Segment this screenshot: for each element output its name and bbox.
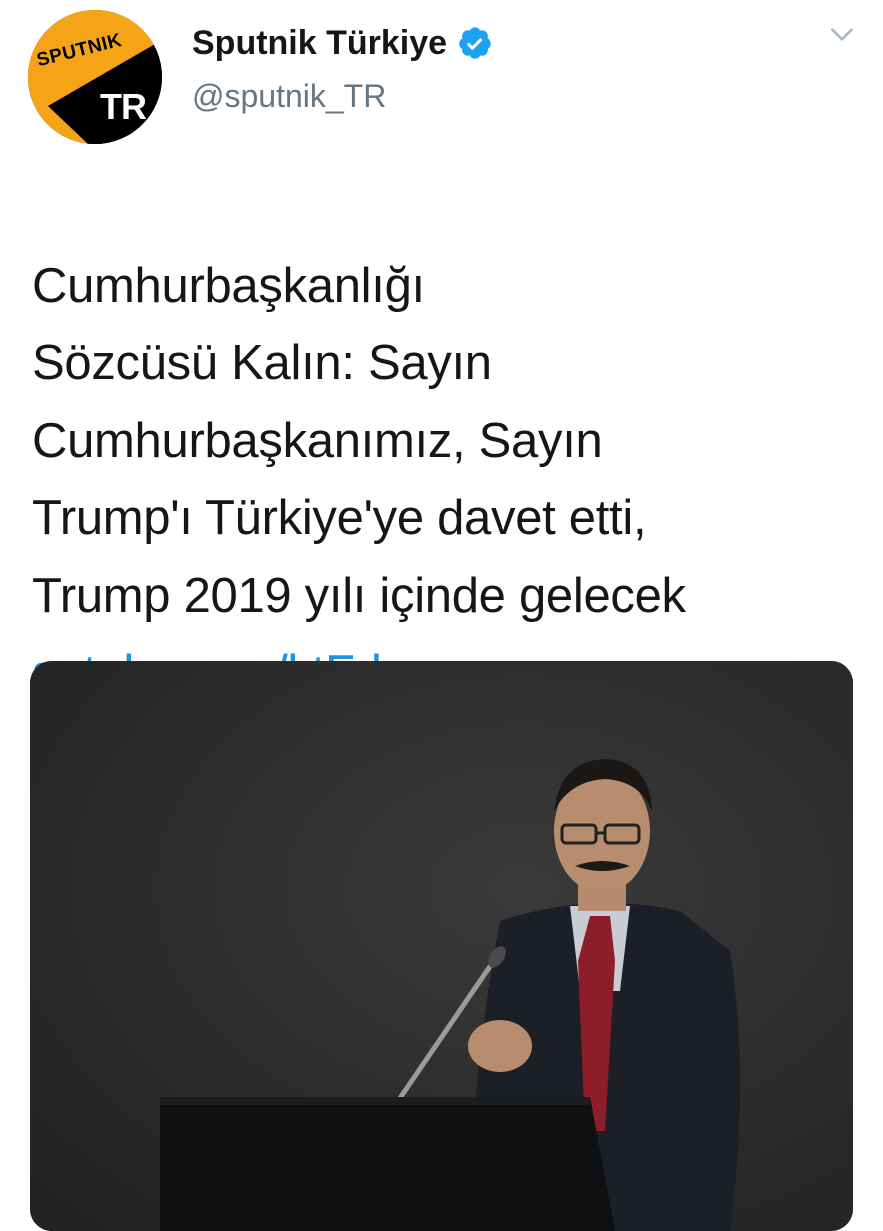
- tweet-body: Cumhurbaşkanlığı Sözcüsü Kalın: Sayın Cu…: [32, 258, 686, 623]
- avatar-bottom-label: TR: [100, 86, 147, 127]
- chevron-down-icon[interactable]: [829, 22, 855, 48]
- tweet-photo[interactable]: [30, 661, 853, 1231]
- tweet: SPUTNIK TR Sputnik Türkiye @sputnik_TR C…: [0, 0, 883, 1231]
- account-handle[interactable]: @sputnik_TR: [192, 74, 386, 118]
- display-name[interactable]: Sputnik Türkiye: [192, 20, 447, 66]
- avatar[interactable]: SPUTNIK TR: [28, 10, 162, 144]
- verified-badge-icon: [459, 27, 491, 59]
- display-name-row: Sputnik Türkiye: [192, 20, 493, 66]
- photo-image: [30, 661, 853, 1231]
